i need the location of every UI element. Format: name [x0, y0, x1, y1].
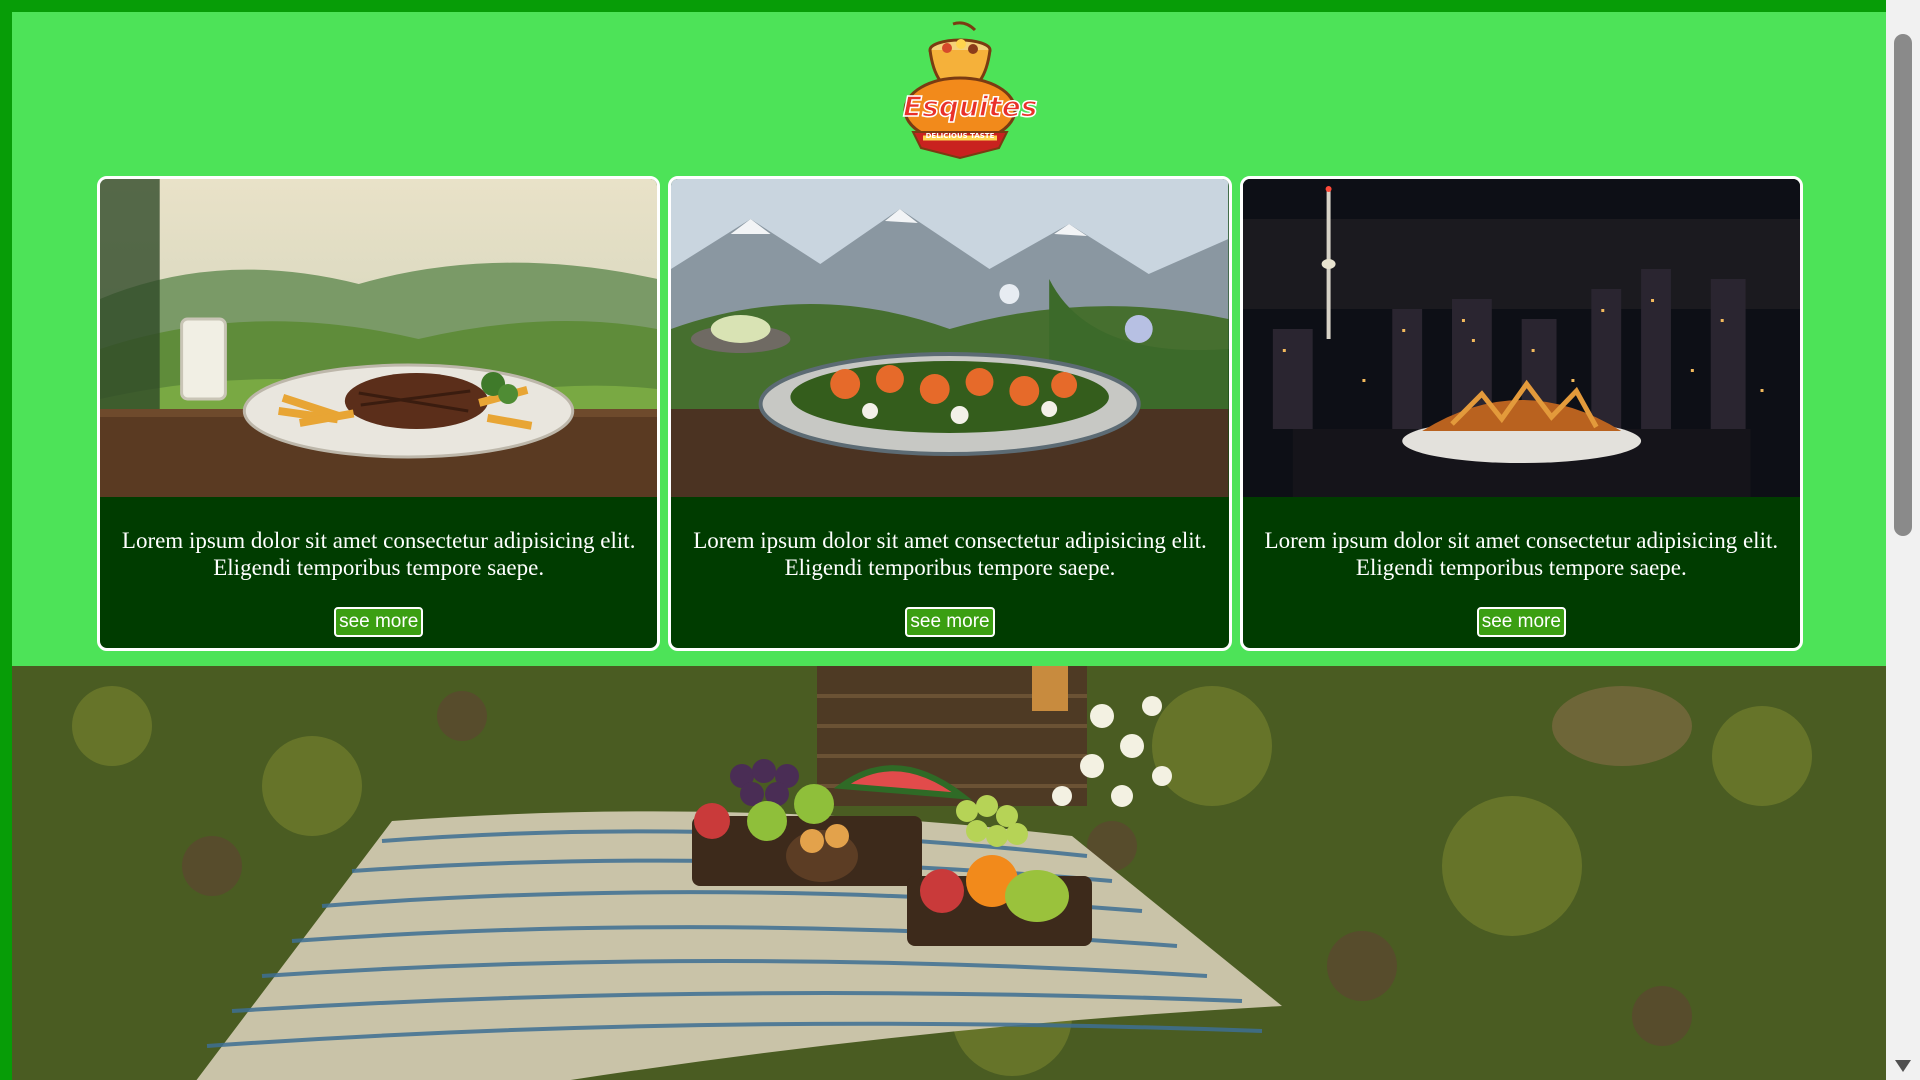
- see-more-button[interactable]: see more: [334, 607, 424, 637]
- scrollbar-thumb[interactable]: [1894, 34, 1912, 536]
- food-card: Lorem ipsum dolor sit amet consectetur a…: [1239, 176, 1803, 651]
- food-cards-row: Lorem ipsum dolor sit amet consectetur a…: [97, 176, 1803, 651]
- page-container: Esquites DELICIOUS TASTE Lorem ipsum dol…: [12, 12, 1886, 1080]
- salad-platter-mountains-image: [671, 179, 1229, 497]
- steak-plate-countryside-image: [100, 179, 658, 497]
- card-description: Lorem ipsum dolor sit amet consectetur a…: [1264, 528, 1779, 580]
- food-card: Lorem ipsum dolor sit amet consectetur a…: [97, 176, 661, 651]
- card-description: Lorem ipsum dolor sit amet consectetur a…: [693, 528, 1207, 580]
- logo-brand-name: Esquites: [902, 89, 1038, 124]
- see-more-button[interactable]: see more: [905, 607, 995, 637]
- nachos-city-night-image: [1242, 179, 1800, 497]
- picnic-blanket-fruit-image: [12, 666, 1886, 1080]
- see-more-button[interactable]: see more: [1476, 607, 1566, 637]
- vertical-scrollbar[interactable]: [1886, 0, 1920, 1080]
- picnic-hero-banner: [12, 666, 1886, 1080]
- esquites-logo[interactable]: Esquites DELICIOUS TASTE: [895, 20, 1038, 165]
- logo-tagline: DELICIOUS TASTE: [925, 132, 995, 140]
- food-card: Lorem ipsum dolor sit amet consectetur a…: [668, 176, 1232, 651]
- scroll-down-arrow-icon[interactable]: [1895, 1060, 1911, 1072]
- card-description: Lorem ipsum dolor sit amet consectetur a…: [121, 528, 636, 580]
